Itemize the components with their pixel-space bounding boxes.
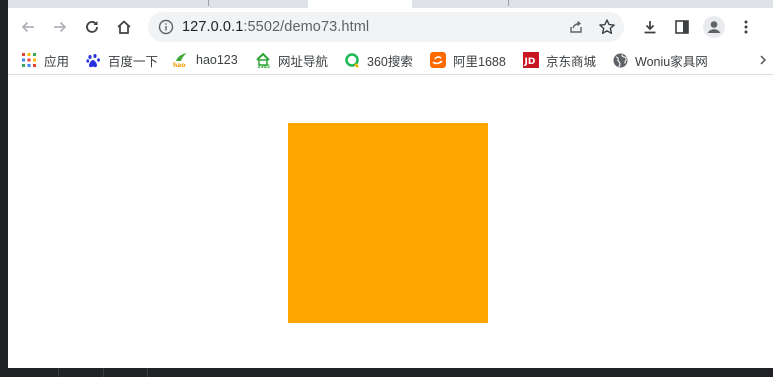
- baidu-paw-icon: [85, 52, 101, 68]
- home-icon: [117, 20, 131, 34]
- tab-separator: [208, 0, 209, 6]
- bookmark-apps[interactable]: 应用: [21, 51, 69, 69]
- address-bar[interactable]: 127.0.0.1:5502/demo73.html: [148, 12, 624, 42]
- toolbar: 127.0.0.1:5502/demo73.html: [8, 8, 773, 46]
- more-vertical-icon: [744, 20, 748, 34]
- downloads-button[interactable]: [636, 13, 664, 41]
- bookmarks-bar: 应用 百度一下 hao hao123 2345 网址导航 360搜索 阿里168…: [8, 46, 773, 75]
- bookmark-1688[interactable]: 阿里1688: [430, 51, 506, 69]
- download-icon: [644, 21, 656, 34]
- taskbar-divider: [58, 368, 59, 377]
- svg-text:2345: 2345: [258, 64, 271, 68]
- bookmark-baidu[interactable]: 百度一下: [85, 51, 158, 69]
- back-button[interactable]: [14, 13, 42, 41]
- bookmark-jd[interactable]: JD 京东商城: [523, 51, 596, 69]
- bookmark-woniu[interactable]: Woniu家具网: [612, 51, 708, 69]
- alibaba-1688-icon: [430, 52, 446, 68]
- tab-separator: [508, 0, 509, 6]
- url-text[interactable]: 127.0.0.1:5502/demo73.html: [182, 19, 369, 35]
- bookmark-label: 阿里1688: [453, 54, 506, 69]
- browser-window: 127.0.0.1:5502/demo73.html 应用 百度一下 hao h…: [8, 0, 773, 368]
- bookmark-star-icon[interactable]: [598, 18, 616, 36]
- avatar-icon: [703, 16, 725, 38]
- orange-square: [288, 123, 488, 323]
- chevron-right-icon[interactable]: [758, 54, 768, 66]
- bookmark-360[interactable]: 360搜索: [344, 51, 413, 69]
- 2345-nav-icon: 2345: [255, 52, 271, 68]
- apps-grid-icon: [21, 52, 37, 68]
- svg-text:JD: JD: [524, 57, 536, 67]
- active-tab[interactable]: [308, 0, 412, 8]
- url-host: 127.0.0.1: [182, 19, 244, 35]
- reload-button[interactable]: [78, 13, 106, 41]
- bookmark-hao123[interactable]: hao hao123: [173, 51, 238, 69]
- arrow-left-icon: [21, 21, 34, 33]
- page-content: [8, 75, 773, 368]
- url-path: :5502/demo73.html: [243, 19, 370, 35]
- share-icon[interactable]: [568, 19, 584, 35]
- side-panel-icon: [675, 20, 689, 34]
- tab-strip: [8, 0, 773, 8]
- bookmark-label: 应用: [44, 54, 70, 69]
- menu-button[interactable]: [732, 13, 760, 41]
- home-button[interactable]: [110, 13, 138, 41]
- info-icon[interactable]: [158, 19, 174, 35]
- jd-icon: JD: [523, 52, 539, 68]
- profile-button[interactable]: [700, 13, 728, 41]
- taskbar-divider: [103, 368, 104, 377]
- bookmark-2345[interactable]: 2345 网址导航: [255, 51, 328, 69]
- side-panel-button[interactable]: [668, 13, 696, 41]
- 360-search-icon: [344, 52, 360, 68]
- hao123-icon: hao: [173, 52, 189, 68]
- svg-text:hao: hao: [173, 62, 185, 68]
- bookmark-label: hao123: [196, 53, 238, 67]
- reload-icon: [86, 21, 98, 33]
- arrow-right-icon: [54, 21, 67, 33]
- globe-icon: [612, 52, 628, 68]
- taskbar-divider: [147, 368, 148, 377]
- bookmark-label: 京东商城: [546, 54, 597, 69]
- bookmark-label: 360搜索: [367, 54, 413, 69]
- bookmark-label: 百度一下: [108, 54, 159, 69]
- bookmark-label: 网址导航: [278, 54, 329, 69]
- forward-button[interactable]: [46, 13, 74, 41]
- bookmark-label: Woniu家具网: [635, 54, 708, 69]
